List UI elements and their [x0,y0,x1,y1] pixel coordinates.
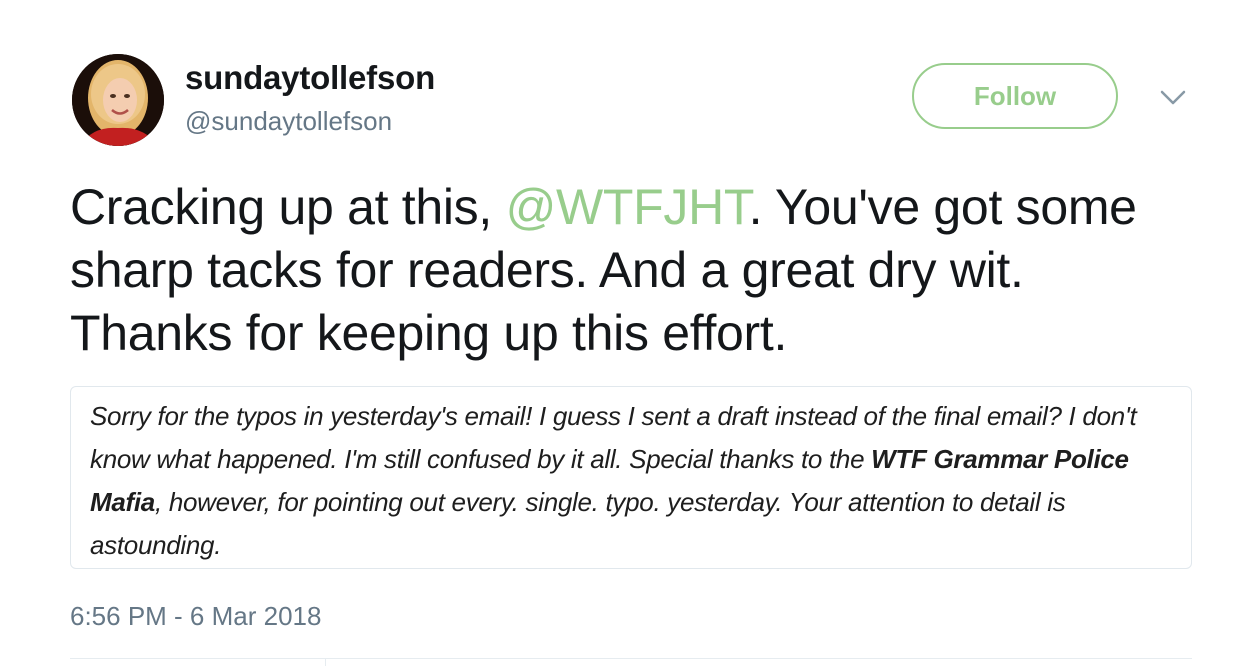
mention-link[interactable]: @WTFJHT [506,179,749,235]
chevron-down-icon[interactable] [1158,86,1188,110]
attached-text-part2: , however, for pointing out every. singl… [90,487,1066,560]
attached-image[interactable]: Sorry for the typos in yesterday's email… [70,386,1192,569]
tweet-timestamp[interactable]: 6:56 PM - 6 Mar 2018 [70,600,321,632]
avatar[interactable] [72,54,164,146]
user-names: sundaytollefson @sundaytollefson [185,58,435,138]
avatar-image [72,54,164,146]
tweet-text: Cracking up at this, @WTFJHT. You've got… [70,176,1190,365]
user-handle[interactable]: @sundaytollefson [185,104,435,138]
follow-button[interactable]: Follow [912,63,1118,129]
attached-image-text: Sorry for the typos in yesterday's email… [90,395,1180,567]
display-name[interactable]: sundaytollefson [185,58,435,98]
tweet-text-start: Cracking up at this, [70,179,506,235]
divider [70,658,1192,659]
divider-tick [325,658,326,666]
tweet-card: sundaytollefson @sundaytollefson Follow … [0,0,1260,666]
